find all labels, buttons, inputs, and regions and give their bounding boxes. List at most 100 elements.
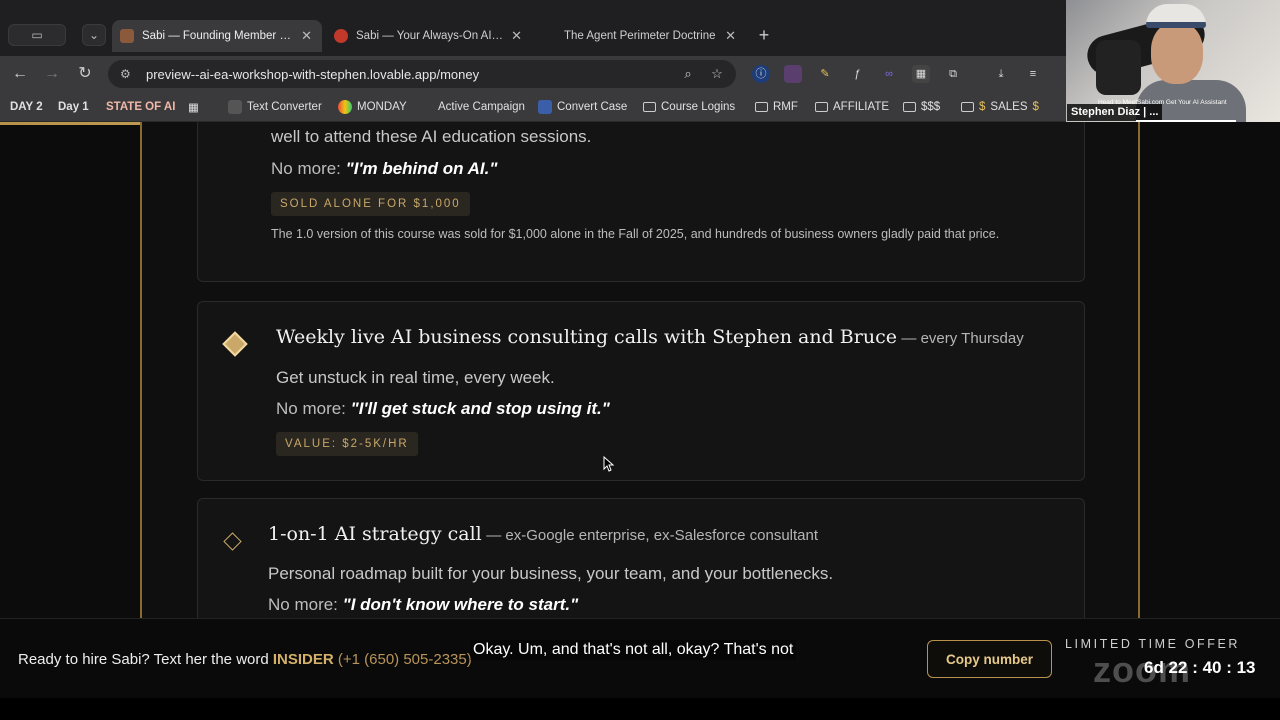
password-manager-icon[interactable]: ⓘ — [752, 65, 770, 83]
chevron-down-icon: ⌄ — [88, 28, 100, 42]
tab-search-button[interactable]: ⌄ — [82, 24, 106, 46]
no-more-line: No more: "I'm behind on AI." — [271, 159, 497, 179]
bookmark-state-of-ai[interactable]: STATE OF AI — [102, 98, 179, 116]
close-tab-icon[interactable]: ✕ — [301, 28, 312, 44]
folder-icon — [815, 102, 828, 112]
formula-icon[interactable]: ƒ — [848, 65, 866, 83]
new-tab-button[interactable]: + — [755, 24, 773, 46]
plus-icon: + — [758, 25, 770, 45]
card-note: The 1.0 version of this course was sold … — [271, 227, 1000, 241]
bookmark-label: Day 1 — [58, 101, 89, 113]
no-more-line: No more: "I don't know where to start." — [268, 595, 578, 615]
bookmark-label: Active Campaign — [438, 101, 525, 113]
no-more-line: No more: "I'll get stuck and stop using … — [276, 399, 610, 419]
bookmark-label: MONDAY — [357, 101, 407, 113]
bookmark-rmf[interactable]: RMF — [755, 98, 798, 116]
limited-offer-label: LIMITED TIME OFFER — [1065, 637, 1241, 651]
link-icon[interactable]: ∞ — [880, 65, 898, 83]
card-description: Personal roadmap built for your business… — [268, 564, 834, 583]
cta-prefix: Ready to hire Sabi? Text her the word — [18, 651, 269, 668]
apps-grid-icon: ▦ — [188, 102, 199, 114]
back-button[interactable]: ← — [10, 64, 30, 84]
money-bag-icon: $ — [979, 101, 986, 113]
no-more-label: No more: — [276, 399, 346, 418]
name-underline — [1136, 120, 1236, 122]
presenter-face — [1151, 22, 1203, 84]
bookmark-active-campaign[interactable]: Active Campaign — [438, 98, 525, 116]
extension-icon[interactable] — [784, 65, 802, 83]
webcam-overlay: Head to MeetSabi.com Get Your AI Assista… — [1066, 0, 1280, 122]
puzzle-icon[interactable]: ⧉ — [944, 65, 962, 83]
download-icon[interactable]: ⤓ — [992, 65, 1010, 83]
tab-agent-perimeter[interactable]: The Agent Perimeter Doctrine ✕ — [536, 20, 746, 52]
cta-phone[interactable]: (+1 (650) 505-2335) — [338, 651, 472, 668]
badge-text: SOLD ALONE FOR $1,000 — [271, 192, 470, 216]
bookmark-convert-case[interactable]: Convert Case — [538, 98, 627, 116]
forward-button[interactable]: → — [42, 64, 62, 84]
presenter-hat — [1146, 4, 1206, 28]
cta-text: Ready to hire Sabi? Text her the word IN… — [18, 651, 472, 668]
bookmark-label: STATE OF AI — [106, 101, 176, 113]
tab-title: Sabi — Founding Member Se — [142, 30, 294, 42]
live-caption: Okay. Um, and that's not all, okay? That… — [470, 640, 797, 660]
participant-name: Stephen Diaz | ... — [1067, 104, 1163, 121]
no-more-quote: "I don't know where to start." — [342, 595, 579, 614]
bookmark-label: Text Converter — [247, 101, 322, 113]
card-subtitle: — every Thursday — [901, 330, 1024, 347]
money-bag-icon: $ — [1032, 101, 1039, 113]
reading-list-icon[interactable]: ≡ — [1024, 65, 1042, 83]
favicon-icon — [334, 29, 348, 43]
bookmark-affiliate[interactable]: AFFILIATE — [815, 98, 889, 116]
badge-text: VALUE: $2-5K/HR — [276, 432, 418, 456]
bookmark-label: AFFILIATE — [833, 101, 890, 113]
bookmark-day2[interactable]: DAY 2 — [6, 98, 47, 116]
bookmark-label: SALES — [990, 101, 1028, 113]
address-bar[interactable]: ⚙ preview--ai-ea-workshop-with-stephen.l… — [108, 60, 736, 88]
site-settings-icon[interactable]: ⚙ — [120, 67, 134, 81]
bookmark-sales[interactable]: $ SALES $ — [961, 98, 1039, 116]
cta-keyword: INSIDER — [272, 651, 334, 668]
bookmark-day1[interactable]: Day 1 — [54, 98, 93, 116]
card-title-row: 1-on-1 AI strategy call — ex-Google ente… — [268, 523, 818, 545]
reload-icon: ↻ — [78, 65, 92, 82]
no-more-quote: "I'm behind on AI." — [345, 159, 498, 178]
card-title-row: Weekly live AI business consulting calls… — [276, 326, 1024, 348]
page-icon — [228, 100, 242, 114]
close-tab-icon[interactable]: ✕ — [725, 28, 736, 44]
copy-number-button[interactable]: Copy number — [927, 640, 1052, 678]
tab-sabi-always-on[interactable]: Sabi — Your Always-On AI As ✕ — [326, 20, 532, 52]
tab-title: Sabi — Your Always-On AI As — [356, 30, 504, 42]
diamond-outline-icon — [223, 532, 242, 551]
brush-icon[interactable]: ✎ — [816, 65, 834, 83]
close-tab-icon[interactable]: ✕ — [511, 28, 522, 44]
bookmark-money[interactable]: $$$ — [903, 98, 940, 116]
feature-card-education: well to attend these AI education sessio… — [197, 122, 1085, 282]
tab-sabi-founding-member[interactable]: Sabi — Founding Member Se ✕ — [112, 20, 322, 52]
reload-button[interactable]: ↻ — [75, 64, 95, 84]
bookmark-monday[interactable]: MONDAY — [338, 98, 407, 116]
content-column: well to attend these AI education sessio… — [140, 122, 1140, 618]
screen-bottom-strip — [0, 698, 1280, 720]
no-more-label: No more: — [268, 595, 338, 614]
bookmark-text-converter[interactable]: Text Converter — [228, 98, 322, 116]
apps-grid-button[interactable]: ▦ — [188, 98, 199, 116]
folder-icon — [755, 102, 768, 112]
card-title: Weekly live AI business consulting calls… — [276, 326, 897, 348]
favicon-icon — [120, 29, 134, 43]
card-text: well to attend these AI education sessio… — [271, 127, 592, 146]
grid-extension-icon[interactable]: ▦ — [912, 65, 930, 83]
url-text: preview--ai-ea-workshop-with-stephen.lov… — [146, 66, 480, 82]
tab-groups-button[interactable]: ▭ — [8, 24, 66, 46]
no-more-label: No more: — [271, 159, 341, 178]
microphone — [1096, 40, 1141, 95]
no-more-quote: "I'll get stuck and stop using it." — [350, 399, 610, 418]
feature-card-weekly-calls: Weekly live AI business consulting calls… — [197, 301, 1085, 481]
bookmark-label: RMF — [773, 101, 798, 113]
value-badge: SOLD ALONE FOR $1,000 — [271, 192, 470, 216]
card-description: Get unstuck in real time, every week. — [276, 368, 555, 387]
bookmark-star-icon[interactable]: ☆ — [709, 66, 725, 82]
card-subtitle: — ex-Google enterprise, ex-Salesforce co… — [486, 527, 819, 544]
bookmark-course-logins[interactable]: Course Logins — [643, 98, 735, 116]
value-badge: VALUE: $2-5K/HR — [276, 432, 418, 456]
zoom-lens-icon[interactable]: ⌕ — [680, 66, 696, 82]
